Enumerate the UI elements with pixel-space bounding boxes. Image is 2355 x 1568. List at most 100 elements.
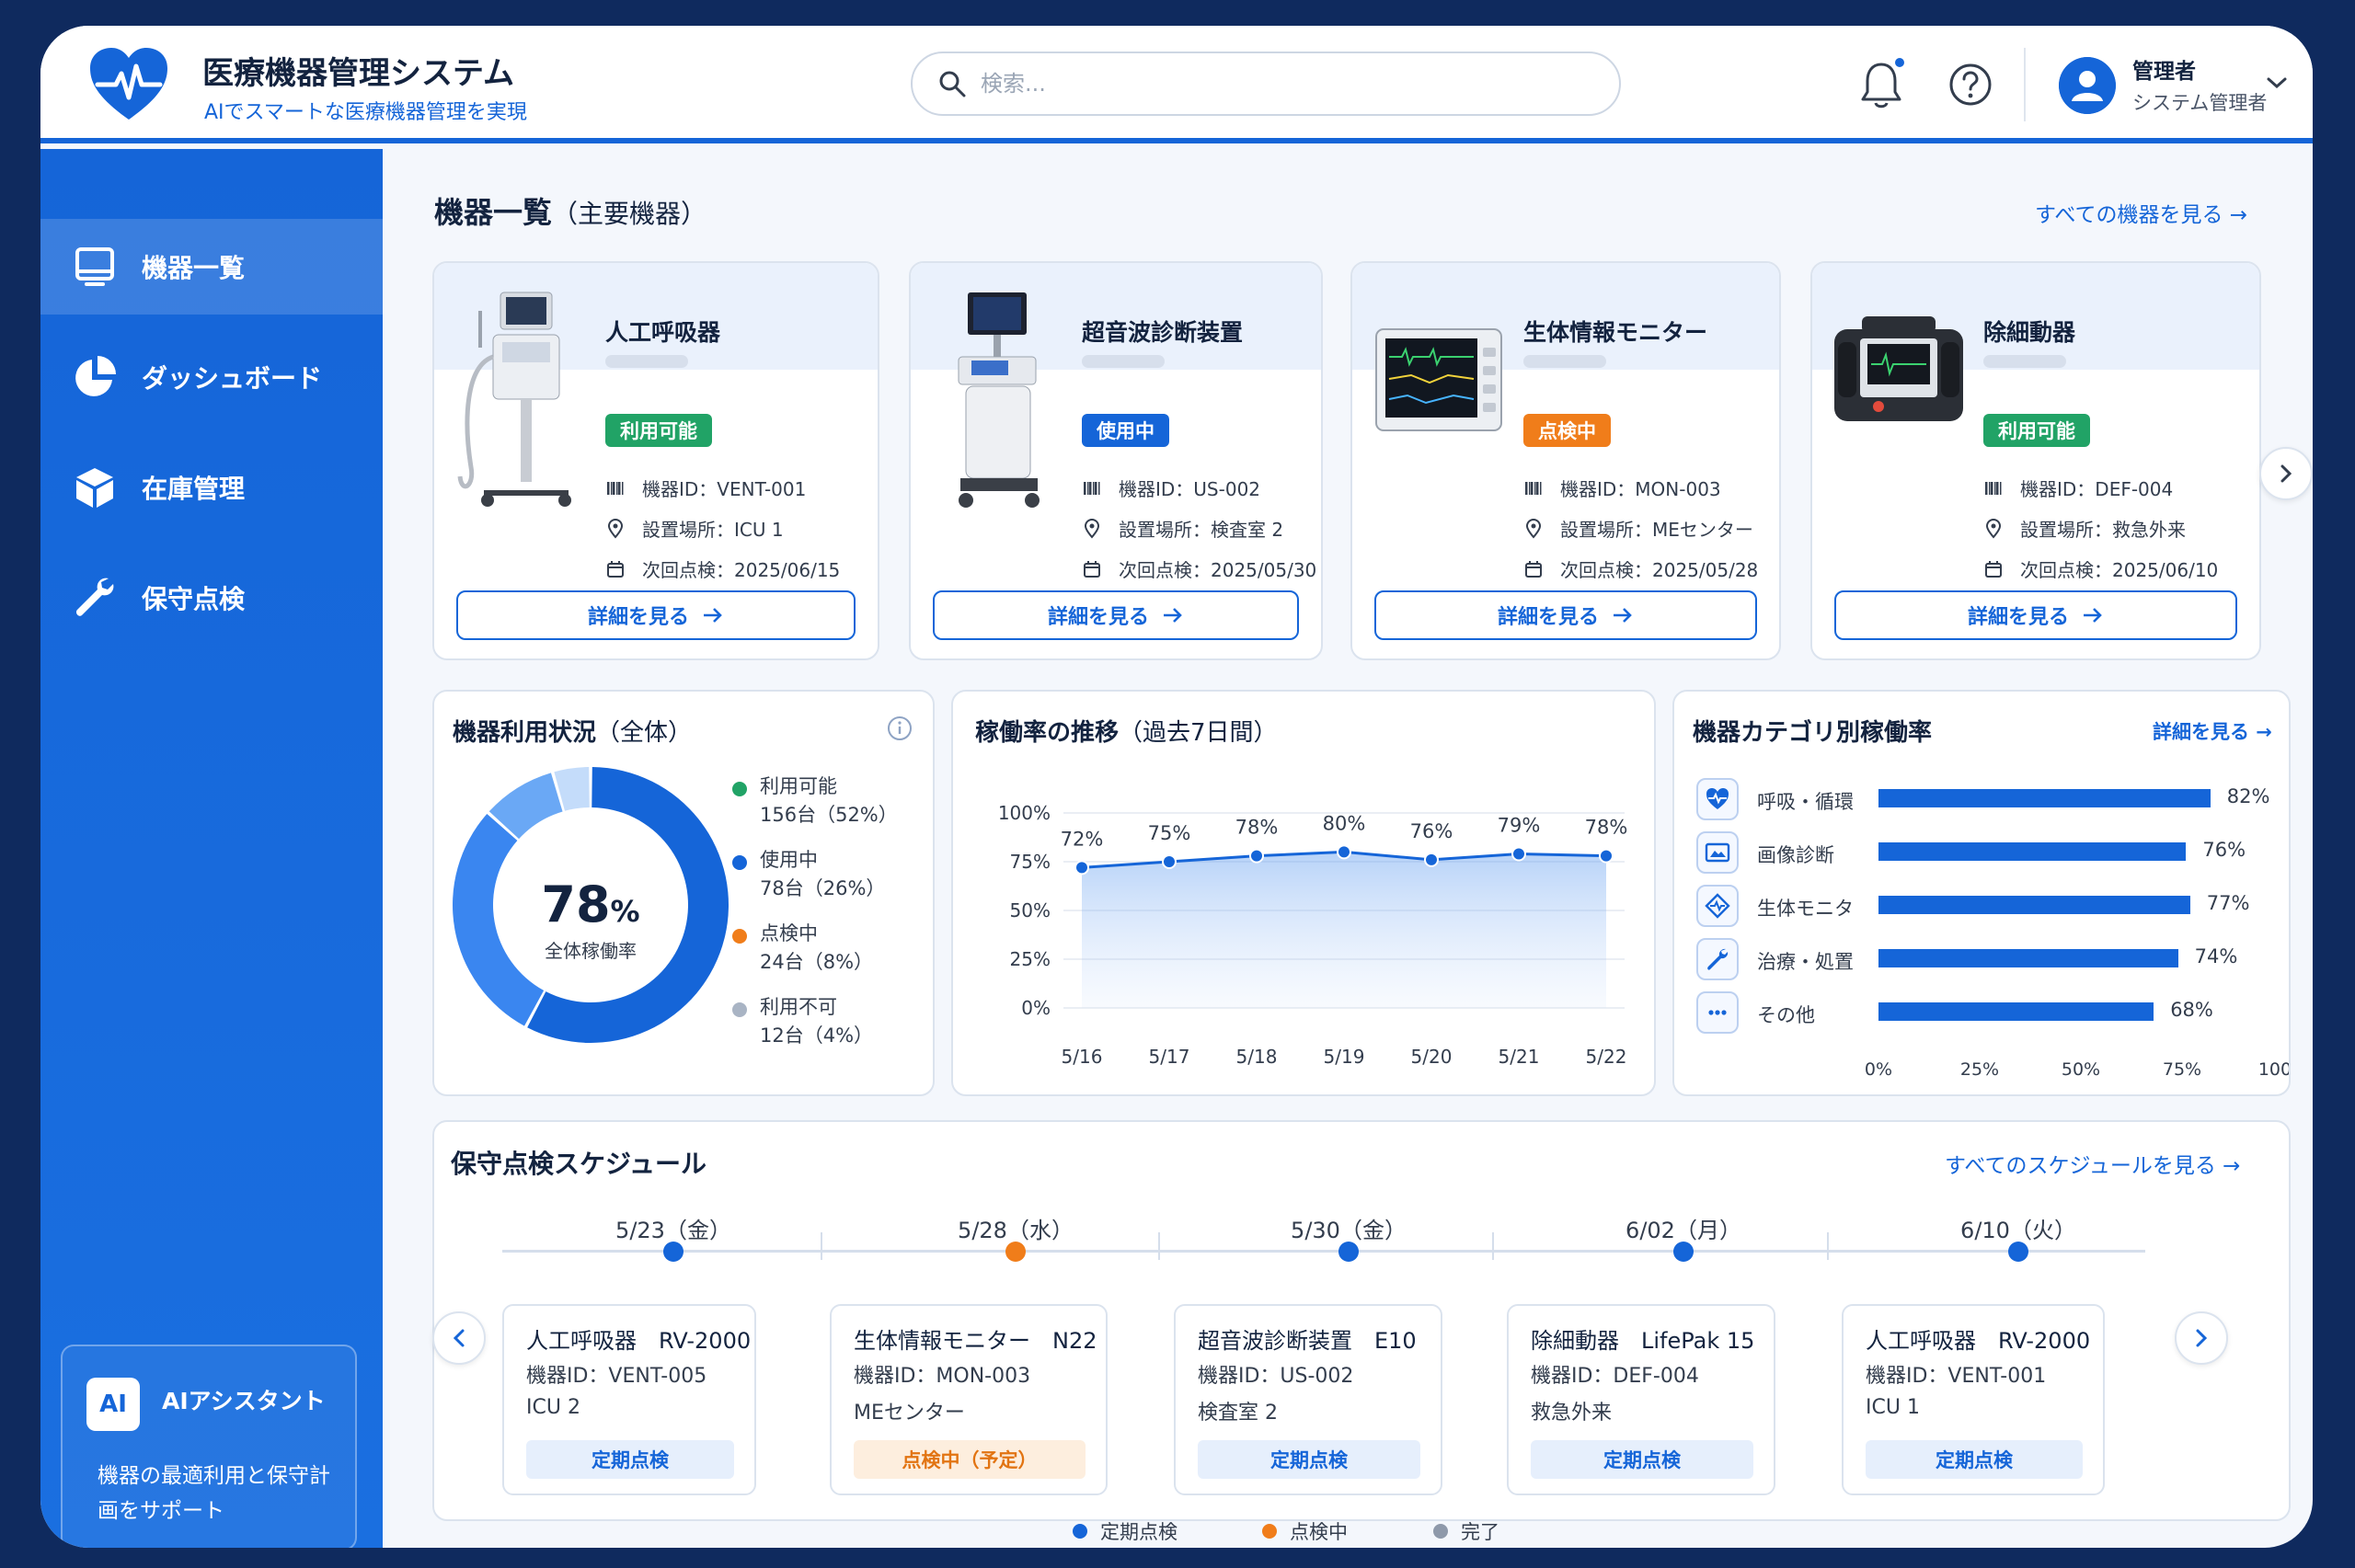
device-detail-button[interactable]: 詳細を見る [456,590,856,640]
sidebar: 機器一覧 ダッシュボード 在庫管理 保守点検 AI AIアシスタント 機器の最適… [40,149,383,1548]
trend-x-tick: 5/22 [1586,1046,1627,1068]
timeline-date: 5/30（金） [1291,1218,1407,1243]
schedule-card[interactable]: 除細動器 LifePak 15 機器ID：DEF-004 救急外来 定期点検 [1507,1304,1775,1495]
view-all-devices-label: すべての機器を見る [2035,203,2223,227]
calendar-icon [1084,560,1100,578]
notification-badge [1892,55,1907,70]
trend-title-text: 稼働率の推移 [975,719,1120,747]
trend-y-tick: 75% [1010,851,1051,873]
trend-x-tick: 5/21 [1499,1046,1540,1068]
user-avatar-icon[interactable] [2059,57,2116,114]
sidebar-item-maintenance[interactable]: 保守点検 [40,550,383,646]
ai-badge-icon: AI [86,1378,140,1431]
vital-monitor-image [1375,328,1502,431]
device-meta-id-label: 機器ID：DEF-004 [1983,475,2173,501]
view-all-devices-link[interactable]: すべての機器を見る → [2035,197,2247,228]
category-label: 治療・処置 [1757,951,1854,973]
device-detail-button[interactable]: 詳細を見る [933,590,1299,640]
timeline-tick [1492,1232,1494,1260]
schedule-title: 保守点検スケジュール [451,1149,707,1179]
device-meta-location: 設置場所：救急外来 [1983,515,2186,542]
category-detail-link[interactable]: 詳細を見る → [2153,717,2272,745]
help-icon[interactable] [1948,63,1993,107]
schedule-next-button[interactable] [2175,1311,2228,1365]
device-card[interactable]: 人工呼吸器 利用可能 機器ID：VENT-001 設置場所：ICU 1 次回点検：202… [432,261,879,660]
chevron-left-icon [453,1329,465,1347]
device-model-blurred [1523,355,1606,368]
device-meta-text: 設置場所：検査室 2 [1119,519,1284,541]
donut-center-number: 78 [541,876,611,933]
device-meta-text: 設置場所：救急外来 [2020,519,2186,541]
info-icon[interactable] [887,715,913,741]
category-bar [1878,1002,2154,1021]
trend-data-label: 72% [1061,828,1104,850]
device-detail-button[interactable]: 詳細を見る [1834,590,2237,640]
devices-title-text: 機器一覧 [434,195,553,230]
device-card[interactable]: 超音波診断装置 使用中 機器ID：US-002 設置場所：検査室 2 次回点検：2025… [909,261,1323,660]
device-card[interactable]: 生体情報モニター 点検中 機器ID：MON-003 設置場所：MEセンター 次回点検：2… [1350,261,1781,660]
schedule-card[interactable]: 超音波診断装置 E10 機器ID：US-002 検査室 2 定期点検 [1174,1304,1442,1495]
schedule-legend-dot [1433,1524,1448,1539]
device-detail-label: 詳細を見る [1047,606,1149,629]
schedule-legend-dot [1262,1524,1277,1539]
search-input[interactable] [981,71,1569,97]
schedule-card[interactable]: 人工呼吸器 RV-2000 機器ID：VENT-001 ICU 1 定期点検 [1842,1304,2105,1495]
user-name[interactable]: 管理者 [2132,53,2196,85]
view-all-schedule-link[interactable]: すべてのスケジュールを見る → [1945,1148,2240,1179]
timeline-dot [1673,1242,1694,1262]
usage-title-note: （全体） [596,719,693,747]
category-label: 呼吸・循環 [1757,791,1854,813]
chevron-down-icon[interactable] [2265,74,2289,92]
schedule-tag: 定期点検 [1866,1440,2083,1479]
timeline-dot [2008,1242,2028,1262]
usage-panel-title: 機器利用状況（全体） [453,714,692,748]
usage-title-text: 機器利用状況 [453,719,597,747]
usage-legend-label: 使用中 [760,849,818,871]
schedule-tag: 定期点検 [1531,1440,1753,1479]
usage-legend-item: 点検中 24台（8%） [760,920,873,977]
sidebar-item-dashboard[interactable]: ダッシュボード [40,329,383,425]
trend-y-tick: 50% [1010,899,1051,921]
schedule-tag: 点検中（予定） [854,1440,1086,1479]
schedule-prev-button[interactable] [432,1311,486,1365]
schedule-device-name: 超音波診断装置 E10 [1198,1328,1417,1354]
calendar-icon [1525,560,1542,578]
trend-y-tick: 100% [998,802,1051,824]
timeline-date: 5/23（金） [615,1218,731,1243]
usage-legend-item: 使用中 78台（26%） [760,846,885,903]
category-x-tick: 100% [2257,1059,2291,1080]
device-detail-button[interactable]: 詳細を見る [1374,590,1757,640]
trend-data-label: 78% [1235,817,1279,839]
sidebar-item-inventory[interactable]: 在庫管理 [40,440,383,535]
sidebar-item-device-list[interactable]: 機器一覧 [40,219,383,315]
donut-center-unit: % [610,894,640,929]
ai-assistant-description: 機器の最適利用と保守計画をサポート [98,1464,330,1523]
device-meta-id-label: 機器ID：MON-003 [1523,475,1721,501]
legend-dot [732,1002,747,1017]
device-card[interactable]: 除細動器 利用可能 機器ID：DEF-004 設置場所：救急外来 次回点検：2025/0… [1810,261,2261,660]
device-meta-text: 次回点検：2025/05/28 [1560,559,1759,581]
schedule-card[interactable]: 人工呼吸器 RV-2000 機器ID：VENT-005 ICU 2 定期点検 [502,1304,756,1495]
image-scan-icon [1696,831,1739,874]
trend-data-label: 78% [1585,817,1628,839]
category-value: 74% [2194,945,2238,967]
barcode-icon [1525,481,1542,495]
trend-x-tick: 5/20 [1411,1046,1453,1068]
box-icon [76,468,113,508]
device-meta-id-label: 機器ID：US-002 [1082,475,1260,501]
vital-monitor-icon [1696,885,1739,927]
app-title: 医療機器管理システム [202,55,514,92]
donut-center-label: 全体稼働率 [545,940,637,962]
category-row: その他 68% [1696,991,2289,1037]
ai-assistant-panel[interactable]: AI AIアシスタント 機器の最適利用と保守計画をサポート [61,1345,357,1548]
device-meta-location: 設置場所：ICU 1 [605,515,784,542]
schedule-location: MEセンター [854,1402,965,1425]
device-model-blurred [605,355,688,368]
schedule-card[interactable]: 生体情報モニター N22 機器ID：MON-003 MEセンター 点検中（予定） [830,1304,1108,1495]
schedule-device-name: 生体情報モニター N22 [854,1328,1097,1354]
device-meta-location: 設置場所：検査室 2 [1082,515,1283,542]
schedule-location: ICU 2 [526,1396,580,1419]
view-all-schedule-label: すべてのスケジュールを見る [1945,1154,2216,1178]
search-box[interactable] [911,52,1621,116]
devices-next-button[interactable] [2259,447,2313,500]
